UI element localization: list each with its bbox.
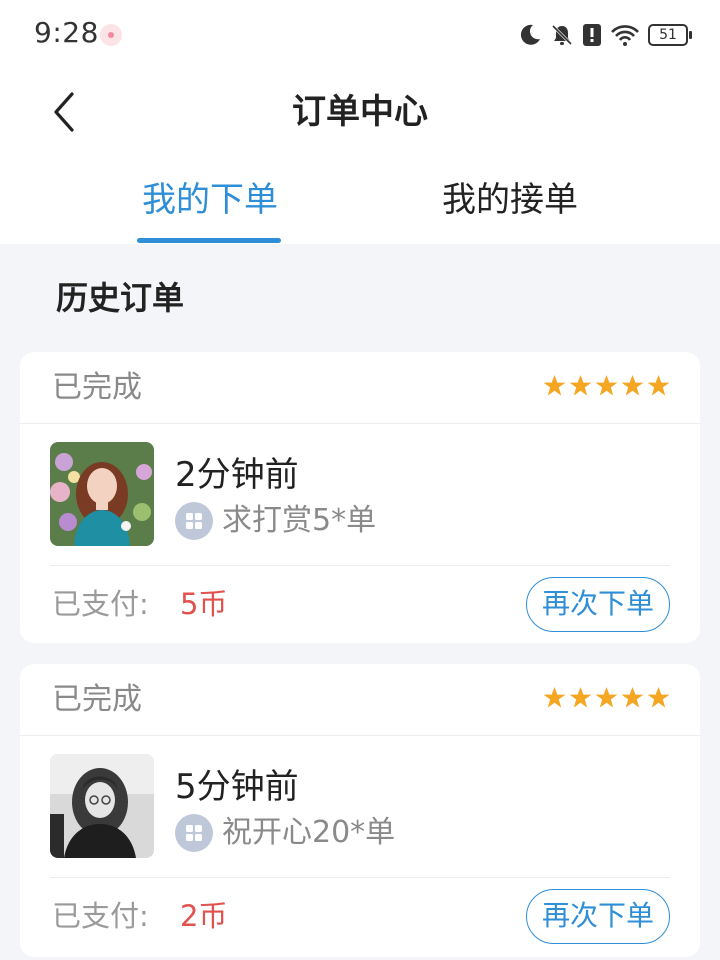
divider xyxy=(20,735,700,736)
tab-received-orders[interactable]: 我的接单 xyxy=(430,176,590,224)
service-name: 祝开心20*单 xyxy=(222,815,396,850)
star-icon xyxy=(543,686,566,708)
status-bar: 9:28 51 xyxy=(0,0,720,68)
bell-off-icon xyxy=(551,24,573,46)
section-title: 历史订单 xyxy=(56,279,185,317)
star-icon xyxy=(595,374,618,396)
paid-amount: 2币 xyxy=(180,899,228,933)
wifi-icon xyxy=(611,25,639,46)
rating-stars xyxy=(543,686,670,709)
order-time: 5分钟前 xyxy=(175,767,299,807)
grid-icon xyxy=(175,814,213,852)
moon-icon xyxy=(520,24,540,45)
star-icon xyxy=(595,686,618,708)
star-icon xyxy=(569,686,592,708)
star-icon xyxy=(621,374,644,396)
divider xyxy=(50,877,670,878)
divider xyxy=(50,565,670,566)
star-icon xyxy=(569,374,592,396)
star-icon xyxy=(621,686,644,708)
tab-my-orders[interactable]: 我的下单 xyxy=(130,176,290,224)
avatar[interactable] xyxy=(50,754,154,858)
status-time: 9:28 xyxy=(34,16,99,49)
order-card[interactable]: 已完成 2分钟前 求打赏5*单 已支付: 5币 再次下单 xyxy=(20,352,700,643)
reorder-button[interactable]: 再次下单 xyxy=(526,577,670,632)
rating-stars xyxy=(543,374,670,397)
star-icon xyxy=(543,374,566,396)
paid-label: 已支付: xyxy=(52,587,149,621)
reorder-button[interactable]: 再次下单 xyxy=(526,889,670,944)
battery-icon: 51 xyxy=(648,24,692,46)
grid-icon xyxy=(175,502,213,540)
active-tab-indicator xyxy=(137,238,281,243)
order-time: 2分钟前 xyxy=(175,455,299,495)
alert-icon xyxy=(583,24,601,46)
star-icon xyxy=(647,374,670,396)
order-status: 已完成 xyxy=(52,370,142,405)
order-card[interactable]: 已完成 5分钟前 祝开心20*单 已支付: 2币 再次下单 xyxy=(20,664,700,957)
status-icons: 51 xyxy=(518,20,692,50)
notification-dot-icon xyxy=(100,24,122,46)
avatar[interactable] xyxy=(50,442,154,546)
divider xyxy=(20,423,700,424)
star-icon xyxy=(647,686,670,708)
paid-amount: 5币 xyxy=(180,587,228,621)
service-name: 求打赏5*单 xyxy=(222,503,377,538)
page-title: 订单中心 xyxy=(292,92,428,132)
paid-label: 已支付: xyxy=(52,899,149,933)
order-status: 已完成 xyxy=(52,682,142,717)
